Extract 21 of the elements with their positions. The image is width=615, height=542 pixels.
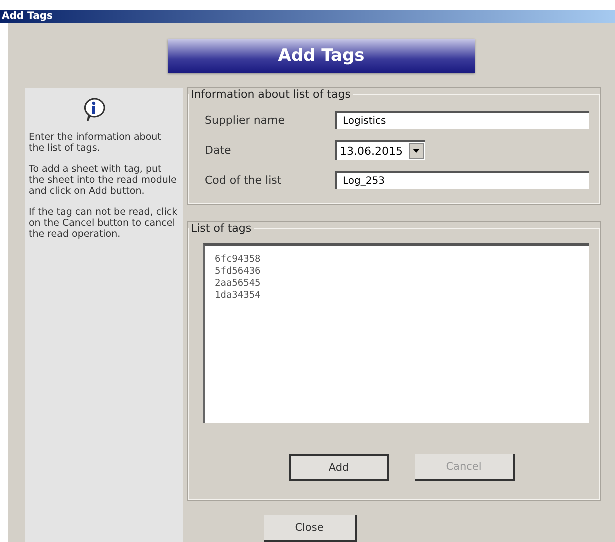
tag-item[interactable]: 5fd56436 bbox=[215, 266, 579, 278]
window-title: Add Tags bbox=[0, 10, 615, 24]
help-text: To add a sheet with tag, put the sheet into the read module and click on Add button. bbox=[29, 164, 178, 197]
info-icon bbox=[83, 98, 105, 122]
group-title: List of tags bbox=[190, 222, 253, 235]
close-button[interactable]: Close bbox=[264, 515, 357, 542]
field-label: Supplier name bbox=[204, 114, 286, 126]
field-label: Date bbox=[204, 144, 232, 156]
tag-item[interactable]: 6fc94358 bbox=[215, 254, 579, 266]
help-text: If the tag can not be read, click on the Cancel button to cancel the read operation. bbox=[29, 207, 179, 240]
header-banner: Add Tags bbox=[168, 39, 475, 73]
tags-listbox[interactable]: 6fc94358 5fd56436 2aa56545 1da34354 bbox=[203, 243, 589, 423]
date-dropdown[interactable]: 13.06.2015 bbox=[335, 140, 425, 160]
field-label: Cod of the list bbox=[204, 174, 283, 186]
input-field[interactable]: Logistics bbox=[335, 111, 589, 129]
tag-item[interactable]: 2aa56545 bbox=[215, 278, 579, 290]
group-title: Information about list of tags bbox=[190, 88, 352, 101]
input-field[interactable]: Log_253 bbox=[335, 171, 589, 189]
add-button[interactable]: Add bbox=[289, 454, 389, 481]
tag-item[interactable]: 1da34354 bbox=[215, 290, 579, 302]
help-text: Enter the information about the list of tags. bbox=[29, 132, 162, 154]
